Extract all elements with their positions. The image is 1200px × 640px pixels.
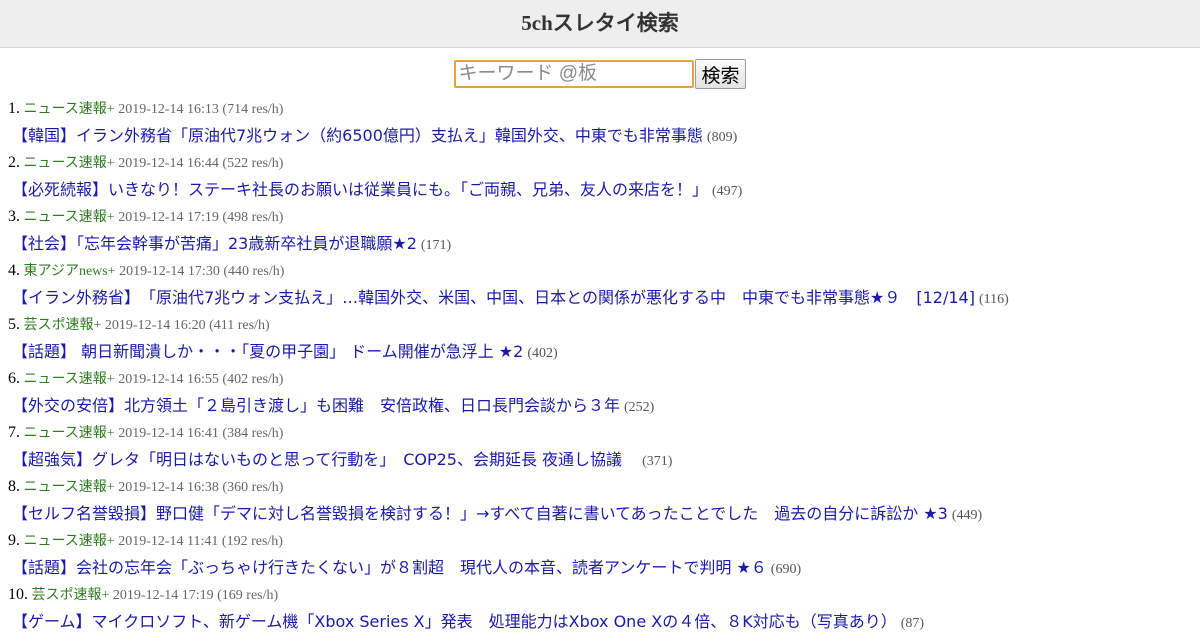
result-title-line: 【必死続報】いきなり！ステーキ社長のお願いは従業員にも。「ご両親、兄弟、友人の来… — [8, 181, 1200, 208]
result-rank: 3. — [8, 208, 20, 225]
result-item: 8. ニュース速報+ 2019-12-14 16:38 (360 res/h) … — [0, 478, 1200, 532]
result-rank: 8. — [8, 478, 20, 495]
result-datetime: 2019-12-14 16:13 — [118, 102, 219, 117]
result-board-link[interactable]: ニュース速報+ — [24, 372, 115, 387]
result-item: 7. ニュース速報+ 2019-12-14 16:41 (384 res/h) … — [0, 424, 1200, 478]
result-rank: 1. — [8, 100, 20, 117]
result-title-line: 【話題】会社の忘年会「ぶっちゃけ行きたくない」が８割超 現代人の本音、読者アンケ… — [8, 559, 1200, 586]
site-header: 5chスレタイ検索 — [0, 0, 1200, 48]
result-count: (171) — [420, 238, 452, 253]
result-meta: 2. ニュース速報+ 2019-12-14 16:44 (522 res/h) — [8, 154, 1200, 181]
result-title-link[interactable]: 【ゲーム】マイクロソフト、新ゲーム機「Xbox Series X」発表 処理能力… — [12, 612, 897, 631]
result-rate: (192 res/h) — [221, 534, 283, 549]
result-datetime: 2019-12-14 16:20 — [104, 318, 206, 333]
result-datetime: 2019-12-14 16:41 — [118, 426, 219, 441]
result-rank: 4. — [8, 262, 20, 279]
result-rate: (384 res/h) — [222, 426, 284, 441]
result-title-link[interactable]: 【超強気】グレタ「明日はないものと思って行動を」 COP25、会期延長 夜通し協… — [12, 450, 638, 469]
result-meta: 6. ニュース速報+ 2019-12-14 16:55 (402 res/h) — [8, 370, 1200, 397]
result-meta: 10. 芸スポ速報+ 2019-12-14 17:19 (169 res/h) — [8, 586, 1200, 613]
result-title-link[interactable]: 【韓国】イラン外務省「原油代7兆ウォン（約6500億円）支払え」韓国外交、中東で… — [12, 126, 703, 145]
result-meta: 5. 芸スポ速報+ 2019-12-14 16:20 (411 res/h) — [8, 316, 1200, 343]
result-meta: 9. ニュース速報+ 2019-12-14 11:41 (192 res/h) — [8, 532, 1200, 559]
result-datetime: 2019-12-14 16:44 — [118, 156, 219, 171]
search-input[interactable] — [454, 60, 695, 88]
result-count: (252) — [624, 400, 655, 415]
result-rank: 5. — [8, 316, 20, 333]
result-rate: (402 res/h) — [222, 372, 284, 387]
result-datetime: 2019-12-14 17:30 — [119, 264, 220, 279]
result-datetime: 2019-12-14 11:41 — [118, 534, 219, 549]
result-title-line: 【社会】「忘年会幹事が苦痛」23歳新卒社員が退職願★2 (171) — [8, 235, 1200, 262]
search-form: 検索 — [0, 59, 1200, 91]
result-board-link[interactable]: ニュース速報+ — [24, 480, 115, 495]
result-meta: 1. ニュース速報+ 2019-12-14 16:13 (714 res/h) — [8, 100, 1200, 127]
result-board-link[interactable]: ニュース速報+ — [24, 210, 115, 225]
result-board-link[interactable]: ニュース速報+ — [24, 426, 115, 441]
result-rate: (522 res/h) — [222, 156, 284, 171]
result-count: (449) — [951, 508, 983, 523]
result-item: 2. ニュース速報+ 2019-12-14 16:44 (522 res/h) … — [0, 154, 1200, 208]
result-meta: 7. ニュース速報+ 2019-12-14 16:41 (384 res/h) — [8, 424, 1200, 451]
result-count: (87) — [900, 616, 925, 631]
site-title: 5chスレタイ検索 — [521, 11, 679, 35]
result-rank: 7. — [8, 424, 20, 441]
result-count: (371) — [642, 454, 673, 469]
result-count: (497) — [712, 184, 743, 199]
result-title-line: 【超強気】グレタ「明日はないものと思って行動を」 COP25、会期延長 夜通し協… — [8, 451, 1200, 478]
result-item: 5. 芸スポ速報+ 2019-12-14 16:20 (411 res/h) 【… — [0, 316, 1200, 370]
result-count: (690) — [770, 562, 802, 577]
result-title-link[interactable]: 【必死続報】いきなり！ステーキ社長のお願いは従業員にも。「ご両親、兄弟、友人の来… — [12, 180, 708, 199]
result-item: 4. 東アジアnews+ 2019-12-14 17:30 (440 res/h… — [0, 262, 1200, 316]
result-item: 3. ニュース速報+ 2019-12-14 17:19 (498 res/h) … — [0, 208, 1200, 262]
result-board-link[interactable]: ニュース速報+ — [24, 534, 115, 549]
result-count: (116) — [978, 292, 1009, 307]
result-item: 10. 芸スポ速報+ 2019-12-14 17:19 (169 res/h) … — [0, 586, 1200, 640]
result-datetime: 2019-12-14 16:55 — [118, 372, 219, 387]
result-title-link[interactable]: 【社会】「忘年会幹事が苦痛」23歳新卒社員が退職願★2 — [12, 234, 417, 253]
result-title-line: 【イラン外務省】 「原油代7兆ウォン支払え」…韓国外交、米国、中国、日本との関係… — [8, 289, 1200, 316]
result-rate: (498 res/h) — [222, 210, 284, 225]
result-rate: (411 res/h) — [209, 318, 270, 333]
result-board-link[interactable]: 芸スポ速報+ — [32, 588, 110, 603]
search-button[interactable]: 検索 — [695, 59, 746, 89]
result-rate: (360 res/h) — [222, 480, 284, 495]
result-title-link[interactable]: 【外交の安倍】北方領土「２島引き渡し」も困難 安倍政権、日ロ長門会談から３年 — [12, 396, 620, 415]
result-meta: 8. ニュース速報+ 2019-12-14 16:38 (360 res/h) — [8, 478, 1200, 505]
result-board-link[interactable]: ニュース速報+ — [24, 102, 115, 117]
result-rank: 2. — [8, 154, 20, 171]
result-datetime: 2019-12-14 16:38 — [118, 480, 219, 495]
result-rate: (440 res/h) — [223, 264, 285, 279]
result-meta: 3. ニュース速報+ 2019-12-14 17:19 (498 res/h) — [8, 208, 1200, 235]
result-item: 1. ニュース速報+ 2019-12-14 16:13 (714 res/h) … — [0, 100, 1200, 154]
result-meta: 4. 東アジアnews+ 2019-12-14 17:30 (440 res/h… — [8, 262, 1200, 289]
result-datetime: 2019-12-14 17:19 — [118, 210, 219, 225]
result-count: (809) — [706, 130, 738, 145]
result-title-line: 【外交の安倍】北方領土「２島引き渡し」も困難 安倍政権、日ロ長門会談から３年 (… — [8, 397, 1200, 424]
result-title-link[interactable]: 【話題】会社の忘年会「ぶっちゃけ行きたくない」が８割超 現代人の本音、読者アンケ… — [12, 558, 767, 577]
result-rank: 10. — [8, 586, 28, 603]
result-title-line: 【ゲーム】マイクロソフト、新ゲーム機「Xbox Series X」発表 処理能力… — [8, 613, 1200, 640]
result-board-link[interactable]: ニュース速報+ — [24, 156, 115, 171]
result-title-link[interactable]: 【話題】 朝日新聞潰しか・・・「夏の甲子園」 ドーム開催が急浮上 ★2 — [12, 342, 523, 361]
results-list: 1. ニュース速報+ 2019-12-14 16:13 (714 res/h) … — [0, 100, 1200, 640]
result-rank: 6. — [8, 370, 20, 387]
result-rank: 9. — [8, 532, 20, 549]
result-title-line: 【話題】 朝日新聞潰しか・・・「夏の甲子園」 ドーム開催が急浮上 ★2 (402… — [8, 343, 1200, 370]
result-item: 9. ニュース速報+ 2019-12-14 11:41 (192 res/h) … — [0, 532, 1200, 586]
result-title-line: 【セルフ名誉毀損】野口健「デマに対し名誉毀損を検討する！」→すべて自著に書いてあ… — [8, 505, 1200, 532]
result-rate: (169 res/h) — [217, 588, 279, 603]
result-title-link[interactable]: 【セルフ名誉毀損】野口健「デマに対し名誉毀損を検討する！」→すべて自著に書いてあ… — [12, 504, 948, 523]
result-item: 6. ニュース速報+ 2019-12-14 16:55 (402 res/h) … — [0, 370, 1200, 424]
result-datetime: 2019-12-14 17:19 — [112, 588, 214, 603]
result-rate: (714 res/h) — [222, 102, 284, 117]
result-board-link[interactable]: 東アジアnews+ — [24, 264, 116, 279]
result-title-link[interactable]: 【イラン外務省】 「原油代7兆ウォン支払え」…韓国外交、米国、中国、日本との関係… — [12, 288, 975, 307]
result-count: (402) — [527, 346, 558, 361]
result-title-line: 【韓国】イラン外務省「原油代7兆ウォン（約6500億円）支払え」韓国外交、中東で… — [8, 127, 1200, 154]
result-board-link[interactable]: 芸スポ速報+ — [24, 318, 102, 333]
